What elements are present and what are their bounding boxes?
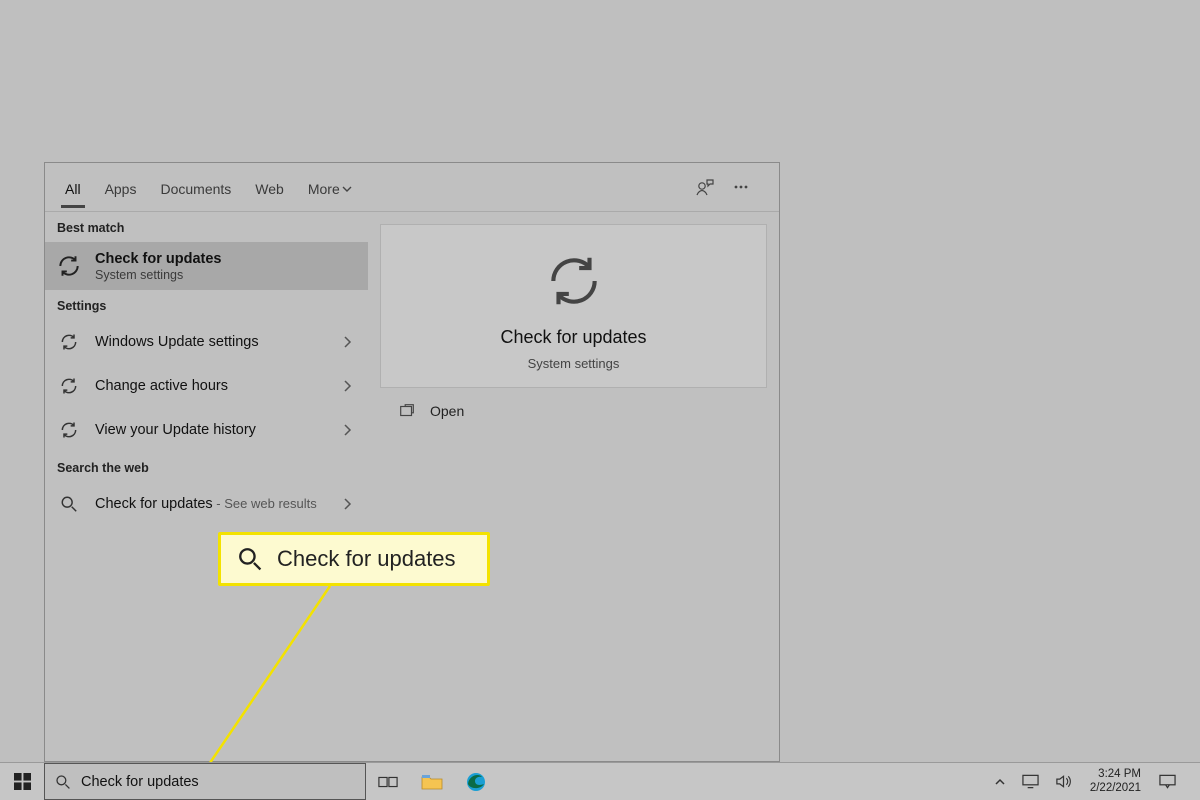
annotation-callout: Check for updates: [218, 532, 490, 586]
tray-overflow-button[interactable]: [990, 776, 1010, 788]
section-search-web: Search the web: [45, 452, 368, 482]
refresh-icon: [55, 328, 83, 356]
preview-open-action[interactable]: Open: [380, 388, 767, 434]
search-results-panel: All Apps Documents Web More Best match C…: [44, 162, 780, 762]
more-options-button[interactable]: [723, 169, 759, 205]
search-icon: [237, 546, 263, 572]
tab-apps[interactable]: Apps: [105, 167, 137, 207]
taskbar-search-input[interactable]: [81, 774, 355, 790]
tray-volume-button[interactable]: [1051, 774, 1076, 789]
best-match-title: Check for updates: [95, 250, 356, 268]
refresh-icon: [55, 416, 83, 444]
monitor-icon: [1022, 774, 1039, 789]
clock-time: 3:24 PM: [1098, 768, 1141, 781]
person-feedback-icon: [695, 177, 715, 197]
preview-action-label: Open: [430, 403, 464, 419]
clock-date: 2/22/2021: [1090, 782, 1141, 795]
ellipsis-icon: [732, 178, 750, 196]
taskbar: 3:24 PM 2/22/2021: [0, 762, 1200, 800]
caret-down-icon: [340, 182, 354, 196]
edge-icon: [465, 771, 487, 793]
best-match-result[interactable]: Check for updates System settings: [45, 242, 368, 290]
web-result[interactable]: Check for updates - See web results: [45, 482, 368, 526]
tab-all[interactable]: All: [65, 167, 81, 207]
system-tray: 3:24 PM 2/22/2021: [986, 763, 1200, 800]
tab-web[interactable]: Web: [255, 167, 284, 207]
edge-button[interactable]: [454, 771, 498, 793]
start-button[interactable]: [0, 763, 44, 800]
preview-title: Check for updates: [500, 327, 646, 348]
result-label: Windows Update settings: [95, 333, 326, 351]
chevron-right-icon: [338, 380, 356, 392]
section-settings: Settings: [45, 290, 368, 320]
refresh-icon: [55, 252, 83, 280]
notification-icon: [1159, 774, 1176, 789]
tray-network-button[interactable]: [1018, 774, 1043, 789]
search-icon: [55, 490, 83, 518]
taskbar-search-box[interactable]: [44, 763, 366, 800]
preview-sub: System settings: [528, 356, 620, 371]
task-view-icon: [378, 774, 398, 790]
chevron-right-icon: [338, 336, 356, 348]
refresh-icon: [55, 372, 83, 400]
windows-logo-icon: [14, 773, 31, 790]
feedback-button[interactable]: [687, 169, 723, 205]
settings-result-update-history[interactable]: View your Update history: [45, 408, 368, 452]
chevron-right-icon: [338, 424, 356, 436]
annotation-text: Check for updates: [277, 546, 456, 572]
preview-card: Check for updates System settings: [380, 224, 767, 388]
chevron-right-icon: [338, 498, 356, 510]
refresh-icon: [542, 249, 606, 313]
action-center-button[interactable]: [1155, 774, 1180, 789]
chevron-up-icon: [994, 776, 1006, 788]
open-icon: [398, 402, 416, 420]
best-match-sub: System settings: [95, 268, 356, 282]
section-best-match: Best match: [45, 212, 368, 242]
settings-result-windows-update[interactable]: Windows Update settings: [45, 320, 368, 364]
search-icon: [55, 774, 71, 790]
speaker-icon: [1055, 774, 1072, 789]
file-explorer-button[interactable]: [410, 773, 454, 791]
search-tabs: All Apps Documents Web More: [45, 163, 779, 211]
task-view-button[interactable]: [366, 774, 410, 790]
result-label: View your Update history: [95, 421, 326, 439]
results-left-column: Best match Check for updates System sett…: [45, 212, 368, 761]
settings-result-active-hours[interactable]: Change active hours: [45, 364, 368, 408]
result-label: Check for updates - See web results: [95, 495, 326, 513]
taskbar-clock[interactable]: 3:24 PM 2/22/2021: [1084, 768, 1147, 794]
results-preview-column: Check for updates System settings Open: [368, 212, 779, 761]
tab-more-label: More: [308, 181, 340, 197]
result-label: Change active hours: [95, 377, 326, 395]
tab-documents[interactable]: Documents: [160, 167, 231, 207]
folder-icon: [421, 773, 443, 791]
tab-more[interactable]: More: [308, 167, 354, 207]
